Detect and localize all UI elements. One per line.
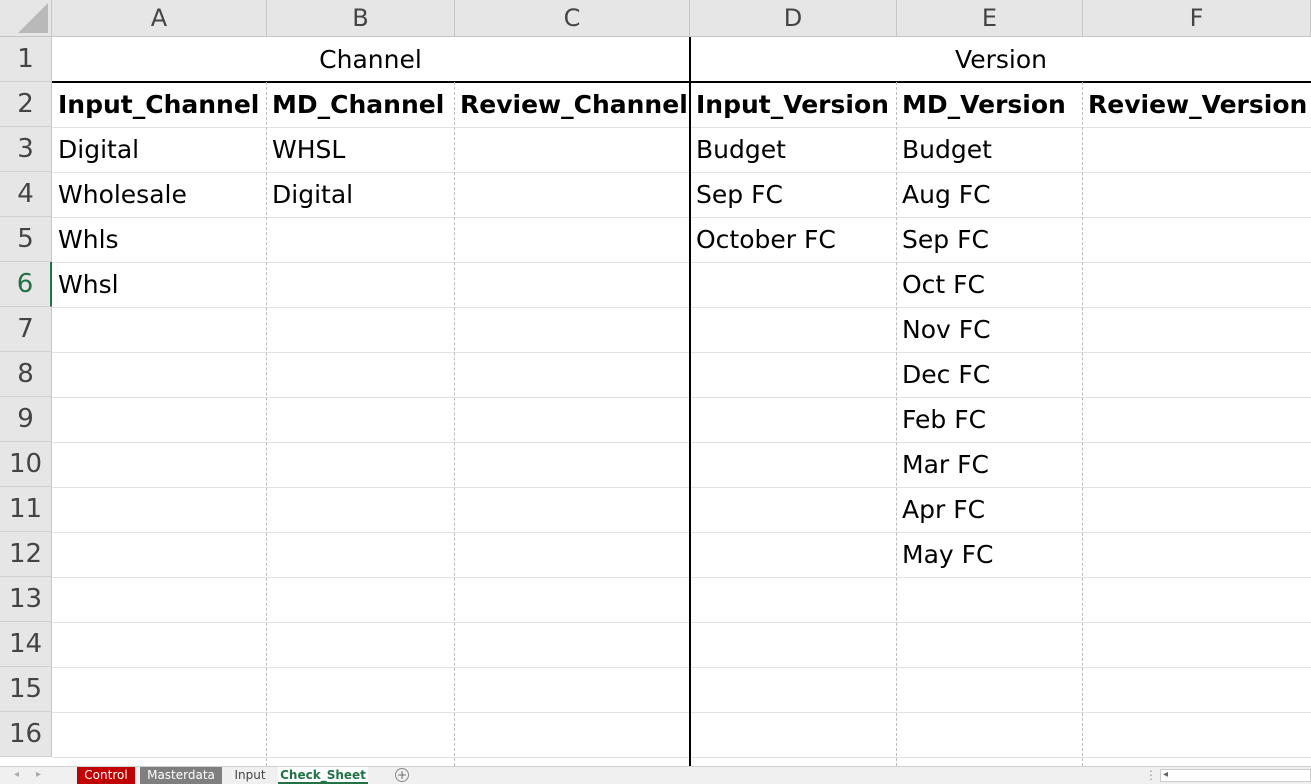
row-header-5[interactable]: 5 [0,217,52,262]
scroll-left-arrow-icon[interactable]: ◂ [1163,769,1168,780]
column-header-a[interactable]: A [52,0,267,37]
add-sheet-icon[interactable]: + [395,768,409,782]
row-header-12[interactable]: 12 [0,532,52,577]
row-header-9[interactable]: 9 [0,397,52,442]
row-header-7[interactable]: 7 [0,307,52,352]
column-header-d[interactable]: D [690,0,897,37]
input-version-cell[interactable]: Budget [690,127,897,172]
row-header-10[interactable]: 10 [0,442,52,487]
sheet-tab-bar: ◂ ▸ Control Masterdata Input Check_Sheet… [0,766,1311,784]
column-header-b[interactable]: B [267,0,455,37]
input-version-header[interactable]: Input_Version [690,82,897,127]
md-version-cell[interactable]: Nov FC [896,307,1083,352]
channel-group-title[interactable]: Channel [52,37,689,82]
spreadsheet-grid: A B C D E F 1 2 3 4 5 6 7 8 9 10 11 12 1… [0,0,1311,766]
review-channel-header[interactable]: Review_Channel [454,82,690,127]
version-group-title[interactable]: Version [691,37,1311,82]
gridline [52,577,1311,578]
row-header-8[interactable]: 8 [0,352,52,397]
input-version-cell[interactable]: October FC [690,217,897,262]
md-channel-header[interactable]: MD_Channel [266,82,455,127]
splitter-handle-icon[interactable]: ⋮ [1145,768,1157,782]
input-channel-cell[interactable]: Whsl [52,262,267,307]
md-version-cell[interactable]: Aug FC [896,172,1083,217]
row-header-13[interactable]: 13 [0,577,52,622]
row-header-11[interactable]: 11 [0,487,52,532]
md-version-header[interactable]: MD_Version [896,82,1083,127]
sheet-tab-control[interactable]: Control [77,767,135,784]
row-header-15[interactable]: 15 [0,667,52,712]
gridline [52,667,1311,668]
sheet-tab-input[interactable]: Input [227,767,273,784]
md-version-cell[interactable]: Mar FC [896,442,1083,487]
column-header-f[interactable]: F [1083,0,1311,37]
row-header-14[interactable]: 14 [0,622,52,667]
review-version-header[interactable]: Review_Version [1082,82,1311,127]
md-version-cell[interactable]: Budget [896,127,1083,172]
column-header-c[interactable]: C [455,0,690,37]
select-all-corner[interactable] [0,0,52,37]
input-channel-header[interactable]: Input_Channel [52,82,267,127]
scroll-left-icon[interactable]: ◂ [14,769,19,780]
input-channel-cell[interactable]: Whls [52,217,267,262]
md-version-cell[interactable]: Sep FC [896,217,1083,262]
sheet-tab-masterdata[interactable]: Masterdata [140,767,222,784]
gridline [52,532,1311,533]
md-version-cell[interactable]: May FC [896,532,1083,577]
gridline [52,757,1311,758]
input-channel-cell[interactable]: Digital [52,127,267,172]
md-version-cell[interactable]: Feb FC [896,397,1083,442]
scroll-right-icon[interactable]: ▸ [36,769,41,780]
gridline [52,442,1311,443]
gridline [52,307,1311,308]
gridline [52,622,1311,623]
row-header-6[interactable]: 6 [0,262,52,307]
md-version-cell[interactable]: Dec FC [896,352,1083,397]
input-channel-cell[interactable]: Wholesale [52,172,267,217]
row-header-3[interactable]: 3 [0,127,52,172]
md-channel-cell[interactable]: WHSL [266,127,455,172]
gridline [52,397,1311,398]
row-header-1[interactable]: 1 [0,37,52,82]
gridline [52,487,1311,488]
gridline [52,352,1311,353]
md-channel-cell[interactable]: Digital [266,172,455,217]
column-header-e[interactable]: E [897,0,1083,37]
row-header-4[interactable]: 4 [0,172,52,217]
horizontal-scrollbar[interactable]: ◂ [1160,769,1311,782]
gridline [52,712,1311,713]
sheet-tab-check-sheet[interactable]: Check_Sheet [278,767,368,784]
input-version-cell[interactable]: Sep FC [690,172,897,217]
md-version-cell[interactable]: Oct FC [896,262,1083,307]
row-header-16[interactable]: 16 [0,712,52,757]
md-version-cell[interactable]: Apr FC [896,487,1083,532]
row-header-2[interactable]: 2 [0,82,52,127]
